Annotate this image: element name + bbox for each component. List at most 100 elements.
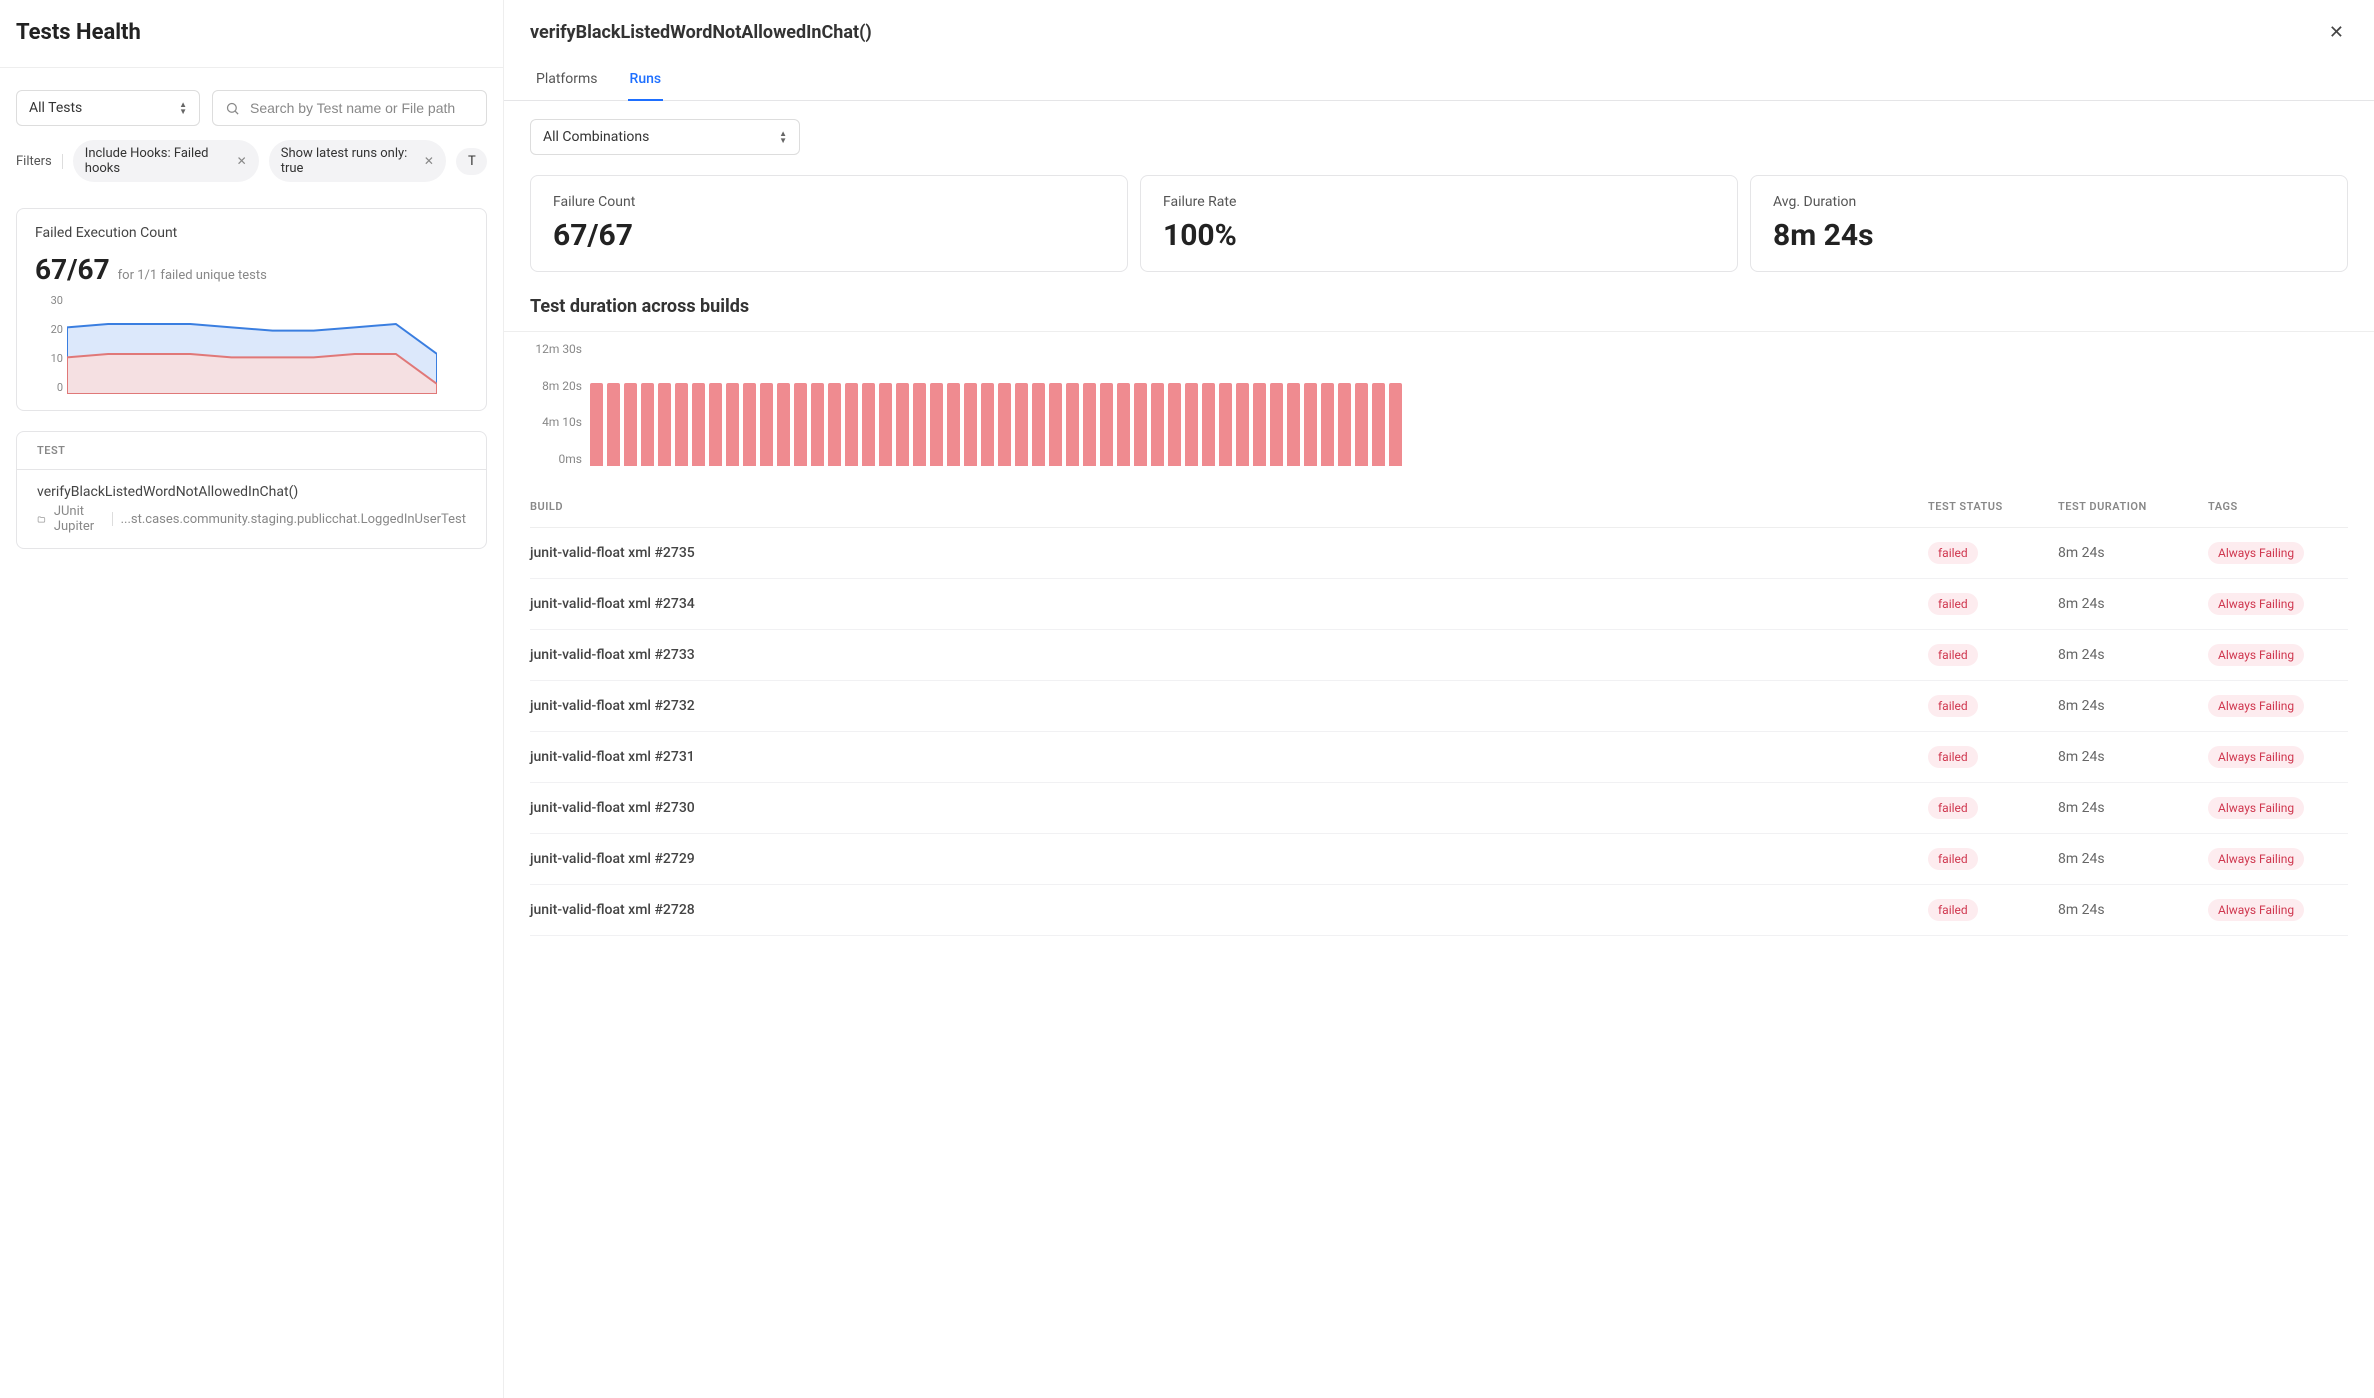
duration-bar[interactable]	[1389, 383, 1402, 466]
search-input-wrapper[interactable]	[212, 90, 487, 126]
status-badge: failed	[1928, 542, 1978, 564]
duration-bar[interactable]	[1168, 383, 1181, 466]
duration-bar[interactable]	[1219, 383, 1232, 466]
tag-badge: Always Failing	[2208, 899, 2304, 921]
duration-bar[interactable]	[828, 383, 841, 466]
y-tick: 0	[35, 381, 63, 394]
stat-value: 67/67	[553, 218, 1105, 253]
duration-bar[interactable]	[1083, 383, 1096, 466]
duration-bar[interactable]	[1355, 383, 1368, 466]
duration-bar[interactable]	[1372, 383, 1385, 466]
close-icon[interactable]: ✕	[424, 154, 434, 168]
duration-bar[interactable]	[675, 383, 688, 466]
run-row[interactable]: junit-valid-float xml #2728failed8m 24sA…	[530, 885, 2348, 936]
duration-bar[interactable]	[913, 383, 926, 466]
duration-bar[interactable]	[1185, 383, 1198, 466]
duration-bar[interactable]	[1100, 383, 1113, 466]
duration-bar[interactable]	[709, 383, 722, 466]
duration-bar[interactable]	[1015, 383, 1028, 466]
duration-bar[interactable]	[964, 383, 977, 466]
col-build: BUILD	[530, 500, 1928, 513]
duration-bar[interactable]	[879, 383, 892, 466]
run-duration: 8m 24s	[2058, 902, 2208, 918]
duration-bar[interactable]	[1049, 383, 1062, 466]
tab-runs[interactable]: Runs	[628, 61, 664, 101]
close-button[interactable]: ✕	[2325, 18, 2348, 47]
duration-bar[interactable]	[1202, 383, 1215, 466]
duration-bar[interactable]	[726, 383, 739, 466]
run-row[interactable]: junit-valid-float xml #2733failed8m 24sA…	[530, 630, 2348, 681]
duration-bar[interactable]	[1287, 383, 1300, 466]
duration-bar[interactable]	[811, 383, 824, 466]
duration-bar[interactable]	[947, 383, 960, 466]
duration-bar[interactable]	[692, 383, 705, 466]
run-build: junit-valid-float xml #2728	[530, 902, 1928, 918]
run-row[interactable]: junit-valid-float xml #2730failed8m 24sA…	[530, 783, 2348, 834]
duration-bar[interactable]	[794, 383, 807, 466]
duration-bar[interactable]	[1236, 383, 1249, 466]
run-build: junit-valid-float xml #2729	[530, 851, 1928, 867]
test-module: JUnit Jupiter	[54, 504, 104, 534]
run-row[interactable]: junit-valid-float xml #2732failed8m 24sA…	[530, 681, 2348, 732]
updown-icon: ▲▼	[179, 102, 187, 115]
duration-chart: 12m 30s 8m 20s 4m 10s 0ms	[504, 331, 2374, 476]
y-tick: 10	[35, 352, 63, 365]
close-icon[interactable]: ✕	[237, 154, 247, 168]
stat-label: Failure Count	[553, 194, 1105, 210]
stat-avg-duration: Avg. Duration 8m 24s	[1750, 175, 2348, 272]
select-value: All Tests	[29, 100, 82, 116]
test-name: verifyBlackListedWordNotAllowedInChat()	[37, 484, 466, 500]
run-duration: 8m 24s	[2058, 545, 2208, 561]
table-row[interactable]: verifyBlackListedWordNotAllowedInChat() …	[17, 470, 486, 548]
duration-bar[interactable]	[1338, 383, 1351, 466]
search-input[interactable]	[250, 100, 474, 116]
tag-badge: Always Failing	[2208, 542, 2304, 564]
combinations-select[interactable]: All Combinations ▲▼	[530, 119, 800, 155]
run-row[interactable]: junit-valid-float xml #2735failed8m 24sA…	[530, 528, 2348, 579]
stat-failure-rate: Failure Rate 100%	[1140, 175, 1738, 272]
duration-bar[interactable]	[862, 383, 875, 466]
page-header: Tests Health	[0, 0, 503, 68]
run-row[interactable]: junit-valid-float xml #2731failed8m 24sA…	[530, 732, 2348, 783]
updown-icon: ▲▼	[779, 131, 787, 144]
chip-label: Show latest runs only: true	[281, 146, 418, 176]
run-duration: 8m 24s	[2058, 698, 2208, 714]
duration-bar[interactable]	[930, 383, 943, 466]
run-duration: 8m 24s	[2058, 800, 2208, 816]
run-row[interactable]: junit-valid-float xml #2729failed8m 24sA…	[530, 834, 2348, 885]
duration-bar[interactable]	[1270, 383, 1283, 466]
duration-bar[interactable]	[1066, 383, 1079, 466]
duration-bar[interactable]	[981, 383, 994, 466]
duration-bar[interactable]	[1321, 383, 1334, 466]
run-duration: 8m 24s	[2058, 851, 2208, 867]
filter-chip-partial[interactable]: T	[456, 148, 487, 175]
stat-value: 100%	[1163, 218, 1715, 253]
y-tick: 30	[35, 294, 63, 307]
duration-bar[interactable]	[624, 383, 637, 466]
duration-bar[interactable]	[1304, 383, 1317, 466]
stat-failure-count: Failure Count 67/67	[530, 175, 1128, 272]
y-tick: 4m 10s	[530, 415, 582, 429]
filter-chip-hooks[interactable]: Include Hooks: Failed hooks ✕	[73, 140, 259, 182]
run-row[interactable]: junit-valid-float xml #2734failed8m 24sA…	[530, 579, 2348, 630]
duration-bar[interactable]	[607, 383, 620, 466]
duration-bar[interactable]	[658, 383, 671, 466]
duration-bar[interactable]	[896, 383, 909, 466]
duration-bar[interactable]	[641, 383, 654, 466]
duration-bar[interactable]	[1253, 383, 1266, 466]
duration-bar[interactable]	[845, 383, 858, 466]
tag-badge: Always Failing	[2208, 593, 2304, 615]
duration-bar[interactable]	[998, 383, 1011, 466]
filter-chip-latest[interactable]: Show latest runs only: true ✕	[269, 140, 446, 182]
duration-bar[interactable]	[1032, 383, 1045, 466]
duration-bar[interactable]	[743, 383, 756, 466]
duration-bar[interactable]	[1117, 383, 1130, 466]
duration-bar[interactable]	[590, 383, 603, 466]
card-value: 67/67	[35, 253, 110, 286]
duration-bar[interactable]	[1134, 383, 1147, 466]
duration-bar[interactable]	[1151, 383, 1164, 466]
tab-platforms[interactable]: Platforms	[534, 61, 600, 100]
duration-bar[interactable]	[777, 383, 790, 466]
tests-scope-select[interactable]: All Tests ▲▼	[16, 90, 200, 126]
duration-bar[interactable]	[760, 383, 773, 466]
